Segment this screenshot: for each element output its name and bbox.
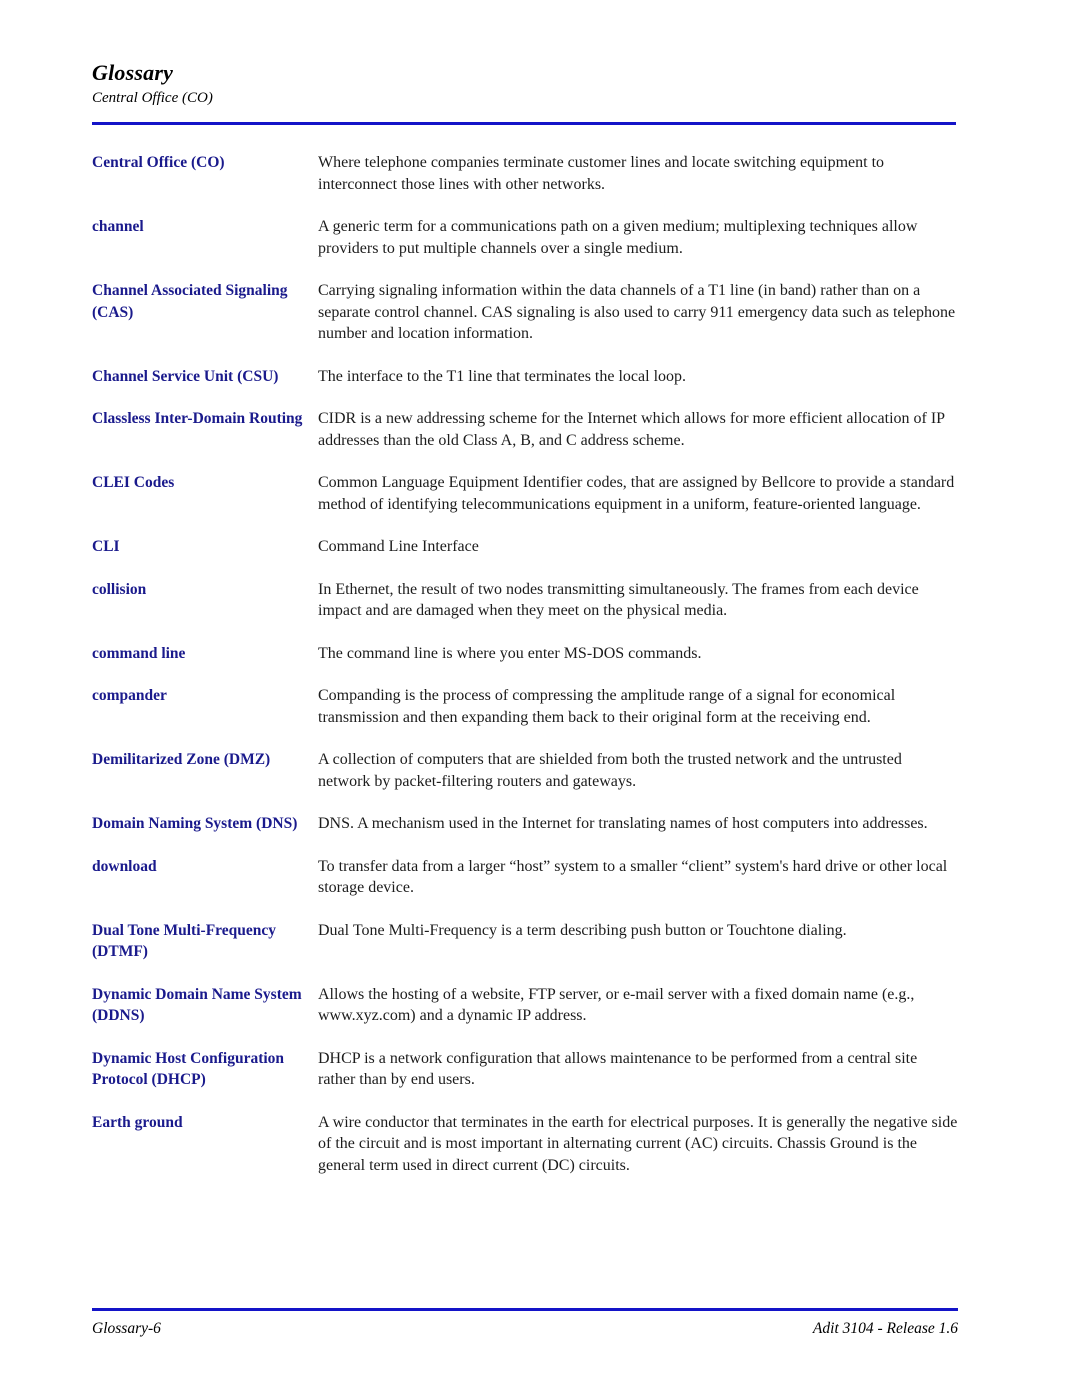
glossary-entry: command line The command line is where yo… [92,643,958,665]
glossary-entry-list: Central Office (CO) Where telephone compa… [92,152,958,1197]
glossary-term: download [92,857,157,875]
page-title: Glossary [92,60,174,85]
glossary-entry: Earth ground A wire conductor that termin… [92,1112,958,1177]
header-divider-rule [92,122,956,125]
glossary-definition: A collection of computers that are shiel… [318,751,902,790]
glossary-definition: The interface to the T1 line that termin… [318,367,687,385]
footer-product-release: Adit 3104 - Release 1.6 [812,1320,958,1337]
glossary-entry: Classless Inter-Domain Routing CIDR is a … [92,408,958,451]
glossary-term: compander [92,687,167,704]
glossary-definition: Command Line Interface [318,538,479,555]
running-header: Glossary Central Office (CO) [92,60,958,108]
footer-divider-rule [92,1308,958,1311]
glossary-term: Domain Naming System (DNS) [92,815,298,832]
glossary-definition: Dual Tone Multi-Frequency is a term desc… [318,921,847,939]
glossary-term: collision [92,580,147,598]
glossary-entry: Dynamic Domain Name System (DDNS) Allows … [92,984,958,1027]
glossary-definition: To transfer data from a larger “host” sy… [318,857,948,897]
glossary-definition: DNS. A mechanism used in the Internet fo… [318,815,928,832]
glossary-definition: In Ethernet, the result of two nodes tra… [318,580,919,620]
glossary-page: Glossary Central Office (CO) Central Off… [0,0,1080,1397]
glossary-definition: A generic term for a communications path… [318,218,918,257]
glossary-term: Demilitarized Zone (DMZ) [92,751,271,768]
glossary-entry: download To transfer data from a larger “… [92,856,958,899]
glossary-definition: The command line is where you enter MS-D… [318,644,702,662]
header-subtitle: Central Office (CO) [92,90,213,106]
glossary-term: Earth ground [92,1113,183,1131]
glossary-entry: compander Companding is the process of co… [92,685,958,728]
glossary-term: CLEI Codes [92,474,175,491]
glossary-entry: Dual Tone Multi-Frequency (DTMF) Dual Ton… [92,920,958,963]
glossary-definition: Allows the hosting of a website, FTP ser… [318,985,915,1025]
glossary-term: Channel Associated Signaling (CAS) [92,282,288,321]
glossary-term: channel [92,218,144,235]
glossary-term: CLI [92,538,120,555]
running-footer: Glossary-6 Adit 3104 - Release 1.6 [92,1318,958,1340]
glossary-entry: Channel Service Unit (CSU) The interface … [92,366,958,388]
glossary-definition: Common Language Equipment Identifier cod… [318,474,955,513]
glossary-entry: Channel Associated Signaling (CAS) Carryi… [92,280,958,345]
glossary-definition: Companding is the process of compressing… [318,687,896,726]
glossary-entry: Dynamic Host Configuration Protocol (DHC… [92,1048,958,1091]
glossary-definition: Where telephone companies terminate cust… [318,154,885,193]
glossary-term: Dynamic Host Configuration Protocol (DHC… [92,1049,285,1089]
glossary-term: Classless Inter-Domain Routing [92,410,303,427]
glossary-entry: collision In Ethernet, the result of two … [92,579,958,622]
glossary-term: Dynamic Domain Name System (DDNS) [92,985,302,1025]
glossary-definition: CIDR is a new addressing scheme for the … [318,410,945,449]
glossary-definition: A wire conductor that terminates in the … [318,1113,958,1174]
glossary-entry: Demilitarized Zone (DMZ) A collection of … [92,749,958,792]
glossary-entry: Central Office (CO) Where telephone compa… [92,152,958,195]
glossary-entry: CLEI Codes Common Language Equipment Iden… [92,472,958,515]
glossary-term: command line [92,644,186,662]
glossary-term: Central Office (CO) [92,154,225,171]
footer-page-number: Glossary-6 [92,1320,161,1337]
glossary-entry: Domain Naming System (DNS) DNS. A mechani… [92,813,958,835]
glossary-term: Channel Service Unit (CSU) [92,367,279,385]
glossary-term: Dual Tone Multi-Frequency (DTMF) [92,921,277,961]
glossary-entry: channel A generic term for a communicatio… [92,216,958,259]
glossary-definition: Carrying signaling information within th… [318,282,956,342]
glossary-definition: DHCP is a network configuration that all… [318,1049,918,1089]
glossary-entry: CLI Command Line Interface [92,536,958,558]
